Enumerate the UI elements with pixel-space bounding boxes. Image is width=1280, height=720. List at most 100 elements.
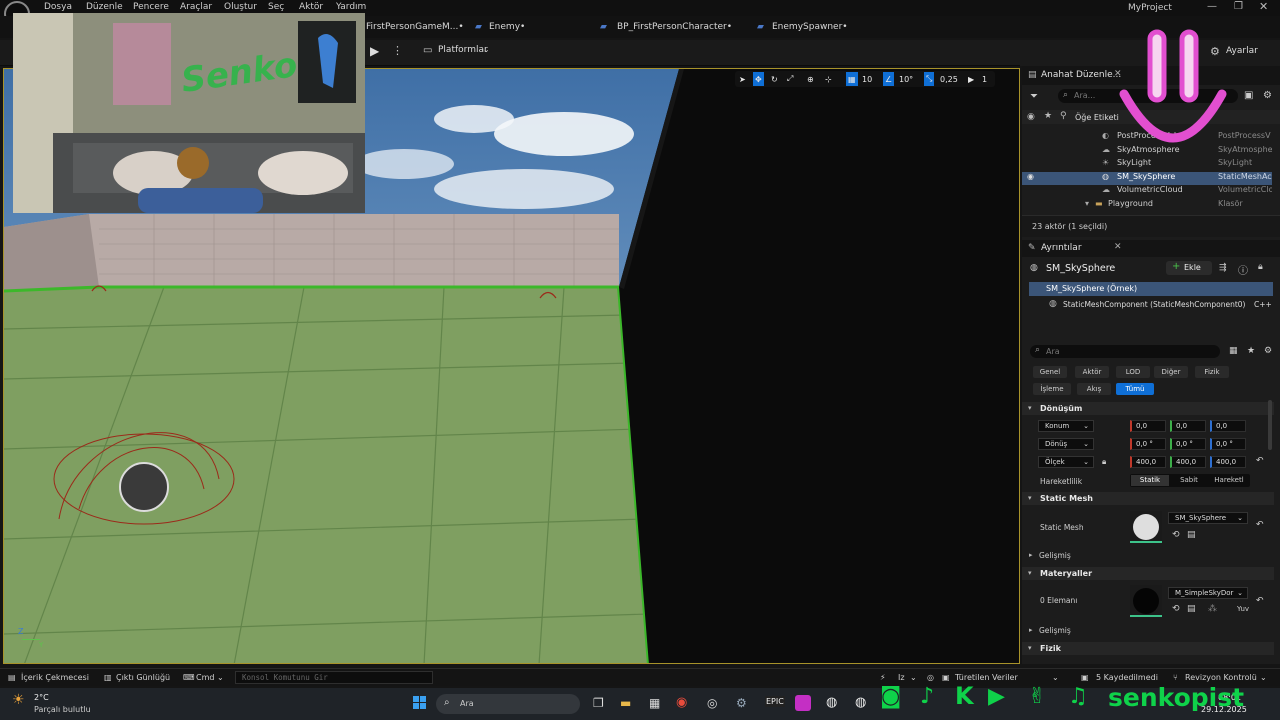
content-drawer-button[interactable]: İçerik Çekmecesi [21, 673, 89, 682]
folder-add-icon[interactable]: ▣ [1244, 90, 1253, 101]
world-icon[interactable]: ⊕ [807, 72, 814, 86]
file-explorer-icon[interactable]: ▬ [620, 696, 631, 710]
advanced-toggle[interactable]: Gelişmiş [1039, 626, 1071, 635]
menu-help[interactable]: Yardım [336, 2, 366, 12]
output-log-button[interactable]: Çıktı Günlüğü [116, 673, 170, 682]
favorite-star-icon[interactable]: ★ [1247, 346, 1255, 356]
rotation-snap-value[interactable]: 10° [899, 72, 913, 86]
outliner-row[interactable]: ☁ VolumetricCloud VolumetricClo [1022, 185, 1272, 198]
filter-physics[interactable]: Fizik [1195, 366, 1229, 378]
location-x[interactable]: 0,0 [1130, 420, 1166, 432]
steam-icon[interactable]: ⚙ [736, 696, 747, 710]
scale-dropdown[interactable]: Ölçek ⌄ [1038, 456, 1094, 468]
rotation-z[interactable]: 0,0 ° [1210, 438, 1246, 450]
play-icon[interactable]: ▶ [370, 44, 379, 58]
windows-start-icon[interactable] [413, 696, 427, 710]
platforms-button[interactable]: Platformlar [438, 45, 488, 55]
trace-icon[interactable]: ◎ [927, 673, 934, 682]
details-scrollbar[interactable] [1268, 400, 1272, 450]
material-options-icon[interactable]: ⁂ [1208, 604, 1217, 614]
visibility-eye-icon[interactable]: ◉ [1027, 172, 1034, 181]
grid-snap-value[interactable]: 10 [862, 72, 872, 86]
location-z[interactable]: 0,0 [1210, 420, 1246, 432]
expand-arrow-icon[interactable]: ▸ [1029, 551, 1033, 559]
filter-all[interactable]: Tümü [1116, 383, 1154, 395]
minimize-button[interactable]: — [1207, 1, 1217, 12]
tab-enemy-spawner[interactable]: EnemySpawner• [772, 22, 848, 32]
grid-snap-icon[interactable]: ▦ [846, 72, 858, 86]
outliner-row-selected[interactable]: ◉ ◍ SM_SkySphere StaticMeshAc [1022, 172, 1272, 185]
language-indicator[interactable]: Iz [898, 673, 905, 682]
close-tab-icon[interactable]: ✕ [1114, 242, 1122, 252]
reset-icon[interactable]: ↶ [1256, 456, 1264, 466]
camera-speed-value[interactable]: 1 [982, 72, 987, 86]
chevron-down-icon[interactable]: ⌄ [1260, 673, 1267, 682]
use-selected-icon[interactable]: ⟲ [1172, 604, 1180, 614]
rotation-x[interactable]: 0,0 ° [1130, 438, 1166, 450]
collapse-arrow-icon[interactable]: ▾ [1028, 494, 1032, 502]
tab-level[interactable]: FirstPersonGameM...• [366, 22, 464, 32]
scale-x[interactable]: 400,0 [1130, 456, 1166, 468]
lock-scale-icon[interactable]: 🔒︎ [1102, 457, 1106, 467]
unsaved-count[interactable]: 5 Kaydedilmedi [1096, 673, 1158, 682]
more-options-icon[interactable]: ⋮ [392, 44, 403, 57]
material-thumbnail[interactable] [1130, 585, 1162, 617]
mobility-static[interactable]: Statik [1131, 475, 1169, 486]
collapse-arrow-icon[interactable]: ▾ [1028, 404, 1032, 412]
expand-arrow-icon[interactable]: ▸ [1029, 626, 1033, 634]
details-tab[interactable]: Ayrıntılar [1041, 243, 1082, 253]
static-mesh-dropdown[interactable]: SM_SkySphere ⌄ [1168, 512, 1248, 524]
unreal-engine-icon[interactable]: ◍ [855, 695, 866, 710]
weather-icon[interactable]: ☀ [12, 692, 25, 708]
status-icon[interactable]: ▣ [942, 673, 950, 682]
task-view-icon[interactable]: ❐ [593, 696, 604, 710]
filter-icon[interactable]: ⏷ [1030, 91, 1038, 102]
translate-icon[interactable]: ✥ [753, 72, 764, 86]
table-view-icon[interactable]: ▦ [1229, 346, 1238, 356]
filter-other[interactable]: Diğer [1154, 366, 1188, 378]
scale-icon[interactable]: ⤢ [787, 72, 793, 86]
filter-actor[interactable]: Aktör [1075, 366, 1109, 378]
menu-window[interactable]: Pencere [133, 2, 169, 12]
outliner-row[interactable]: ☀ SkyLight SkyLight [1022, 158, 1272, 171]
rotation-snap-icon[interactable]: ∠ [883, 72, 895, 86]
surface-snap-icon[interactable]: ⊹ [825, 72, 832, 86]
menu-edit[interactable]: Düzenle [86, 2, 123, 12]
mobility-movable[interactable]: Hareketl [1210, 475, 1248, 486]
revision-control-button[interactable]: Revizyon Kontrolü [1185, 673, 1257, 682]
help-icon[interactable]: ⓘ [1238, 262, 1248, 277]
filter-general[interactable]: Genel [1033, 366, 1067, 378]
discord-icon[interactable]: ◎ [707, 696, 717, 710]
details-search[interactable]: ⌕ Ara [1030, 345, 1220, 358]
tab-enemy[interactable]: Enemy• [489, 22, 525, 32]
taskbar-search[interactable]: ⌕ Ara [436, 694, 580, 714]
browse-icon[interactable]: ▤ [1187, 604, 1196, 614]
rotate-icon[interactable]: ↻ [771, 72, 778, 86]
chevron-down-icon[interactable]: ⌄ [483, 45, 490, 54]
menu-create[interactable]: Oluştur [224, 2, 257, 12]
mobility-stationary[interactable]: Sabit [1171, 475, 1207, 486]
reset-icon[interactable]: ↶ [1256, 520, 1264, 530]
close-window-button[interactable]: ✕ [1259, 0, 1268, 13]
settings-gear-icon[interactable]: ⚙ [1263, 90, 1272, 101]
filter-streaming[interactable]: Akış [1077, 383, 1111, 395]
expand-arrow-icon[interactable]: ▾ [1085, 199, 1089, 208]
collapse-arrow-icon[interactable]: ▾ [1028, 569, 1032, 577]
settings-gear-icon[interactable]: ⚙ [1264, 346, 1272, 356]
blueprint-convert-icon[interactable]: ⇶ [1219, 263, 1227, 273]
filter-lod[interactable]: LOD [1116, 366, 1150, 378]
rotation-dropdown[interactable]: Dönüş ⌄ [1038, 438, 1094, 450]
component-row[interactable]: ◍ StaticMeshComponent (StaticMeshCompone… [1029, 298, 1273, 312]
scale-snap-value[interactable]: 0,25 [940, 72, 958, 86]
scale-snap-icon[interactable]: ⤡ [924, 72, 935, 86]
add-component-button[interactable]: + Ekle [1166, 261, 1212, 275]
location-y[interactable]: 0,0 [1170, 420, 1206, 432]
epic-games-icon[interactable]: EPIC [765, 696, 785, 707]
app-icon[interactable] [795, 695, 811, 711]
chrome-icon[interactable]: ◉ [676, 695, 687, 710]
lock-icon[interactable]: 🔒︎ [1258, 262, 1263, 272]
rotation-y[interactable]: 0,0 ° [1170, 438, 1206, 450]
chevron-down-icon[interactable]: ⌄ [217, 673, 224, 682]
unreal-engine-icon[interactable]: ◍ [826, 695, 837, 710]
chevron-down-icon[interactable]: ⌄ [910, 673, 917, 682]
